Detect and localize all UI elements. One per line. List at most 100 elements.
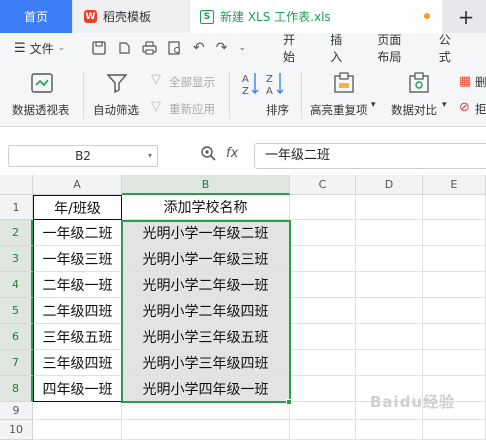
data-compare-button[interactable]: 数据对比	[391, 102, 437, 118]
cell-d7[interactable]	[356, 350, 423, 376]
cell-e4[interactable]	[423, 272, 486, 298]
cell-b7[interactable]: 光明小学三年级四班	[122, 350, 290, 376]
cell-a8[interactable]: 四年级一班	[33, 376, 122, 402]
cell-c3[interactable]	[290, 246, 356, 272]
formula-input[interactable]: 一年级二班	[254, 143, 486, 169]
cell-a3[interactable]: 一年级三班	[33, 246, 122, 272]
tab-insert[interactable]: 插入	[330, 31, 344, 65]
cell-d2[interactable]	[356, 220, 423, 246]
tab-formula[interactable]: 公式	[439, 31, 453, 65]
tab-file[interactable]: S 新建 XLS 工作表.xls	[190, 0, 442, 33]
sort-button[interactable]: 排序	[266, 102, 289, 118]
row-header-5[interactable]: 5	[0, 298, 33, 324]
cell-a7[interactable]: 三年级四班	[33, 350, 122, 376]
row-header-6[interactable]: 6	[0, 324, 33, 350]
pivot-table-icon[interactable]	[30, 72, 54, 94]
print-preview-icon[interactable]	[168, 41, 182, 55]
cell-b8[interactable]: 光明小学四年级一班	[122, 376, 290, 402]
cell-c5[interactable]	[290, 298, 356, 324]
column-header-d[interactable]: D	[356, 175, 423, 195]
cell-d6[interactable]	[356, 324, 423, 350]
cell-e3[interactable]	[423, 246, 486, 272]
data-compare-icon[interactable]	[407, 71, 431, 95]
new-tab-button[interactable]: +	[446, 0, 486, 33]
row-header-9[interactable]: 9	[0, 402, 33, 420]
remove-duplicates-button[interactable]: 删	[475, 74, 486, 90]
cell-c1[interactable]	[290, 195, 356, 220]
cell-a10[interactable]	[33, 420, 122, 440]
cell-d3[interactable]	[356, 246, 423, 272]
save-icon[interactable]	[92, 41, 106, 55]
row-header-3[interactable]: 3	[0, 246, 33, 272]
column-header-b[interactable]: B	[122, 175, 290, 195]
cell-b5[interactable]: 光明小学二年级四班	[122, 298, 290, 324]
row-header-10[interactable]: 10	[0, 420, 33, 440]
highlight-duplicates-icon[interactable]	[332, 71, 356, 95]
highlight-duplicates-button[interactable]: 高亮重复项	[310, 102, 368, 118]
cell-c6[interactable]	[290, 324, 356, 350]
pivot-table-button[interactable]: 数据透视表	[12, 102, 70, 118]
cell-e1[interactable]	[423, 195, 486, 220]
data-compare-dropdown-icon[interactable]: ▾	[442, 100, 447, 110]
auto-filter-button[interactable]: 自动筛选	[93, 102, 139, 118]
cell-a5[interactable]: 二年级四班	[33, 298, 122, 324]
cell-b1[interactable]: 添加学校名称	[122, 195, 290, 220]
highlight-dropdown-icon[interactable]: ▾	[371, 100, 376, 110]
cell-b9[interactable]	[122, 402, 290, 420]
row-header-1[interactable]: 1	[0, 195, 33, 220]
name-box[interactable]: B2 ▾	[8, 145, 158, 167]
export-pdf-icon[interactable]	[117, 41, 131, 55]
redo-icon[interactable]: ↷	[216, 40, 228, 56]
cell-e2[interactable]	[423, 220, 486, 246]
row-header-8[interactable]: 8	[0, 376, 33, 402]
fx-icon[interactable]: fx	[226, 146, 238, 161]
tab-home[interactable]: 首页	[0, 0, 72, 33]
cell-d4[interactable]	[356, 272, 423, 298]
fill-handle[interactable]	[286, 399, 292, 405]
cell-c7[interactable]	[290, 350, 356, 376]
file-menu[interactable]: ☰ 文件 ⌄	[0, 40, 88, 57]
tab-template[interactable]: W 稻壳模板	[74, 0, 188, 33]
cell-b6[interactable]: 光明小学三年级五班	[122, 324, 290, 350]
cell-b10[interactable]	[122, 420, 290, 440]
filter-icon[interactable]	[106, 72, 128, 94]
cell-d10[interactable]	[356, 420, 423, 440]
cell-b2[interactable]: 光明小学一年级二班	[122, 220, 290, 246]
reject-duplicates-button[interactable]: 拒	[475, 101, 486, 117]
cell-a6[interactable]: 三年级五班	[33, 324, 122, 350]
cell-c8[interactable]	[290, 376, 356, 402]
cell-c2[interactable]	[290, 220, 356, 246]
cell-e7[interactable]	[423, 350, 486, 376]
row-header-2[interactable]: 2	[0, 220, 33, 246]
cell-b4[interactable]: 光明小学二年级一班	[122, 272, 290, 298]
row-header-4[interactable]: 4	[0, 272, 33, 298]
column-header-e[interactable]: E	[423, 175, 486, 195]
cell-c9[interactable]	[290, 402, 356, 420]
cell-e5[interactable]	[423, 298, 486, 324]
tab-page-layout[interactable]: 页面布局	[377, 31, 405, 65]
cell-d5[interactable]	[356, 298, 423, 324]
cell-e6[interactable]	[423, 324, 486, 350]
row-header-7[interactable]: 7	[0, 350, 33, 376]
reapply-button[interactable]: 重新应用	[169, 101, 215, 117]
undo-icon[interactable]: ↶	[193, 40, 205, 56]
cell-a1[interactable]: 年/班级	[33, 195, 122, 220]
print-icon[interactable]	[142, 41, 157, 55]
chevron-down-icon[interactable]: ▾	[148, 146, 152, 166]
cell-e10[interactable]	[423, 420, 486, 440]
column-header-a[interactable]: A	[33, 175, 122, 195]
zoom-icon[interactable]	[200, 145, 216, 161]
cell-a2[interactable]: 一年级二班	[33, 220, 122, 246]
sort-icon[interactable]: A Z Z A	[240, 70, 290, 98]
cell-a4[interactable]: 二年级一班	[33, 272, 122, 298]
show-all-button[interactable]: 全部显示	[169, 74, 215, 90]
customize-dropdown-icon[interactable]: ⌄	[238, 43, 246, 53]
cell-d1[interactable]	[356, 195, 423, 220]
cell-c4[interactable]	[290, 272, 356, 298]
column-header-c[interactable]: C	[290, 175, 356, 195]
select-all-corner[interactable]	[0, 175, 33, 195]
cell-b3[interactable]: 光明小学一年级三班	[122, 246, 290, 272]
cell-a9[interactable]	[33, 402, 122, 420]
cell-c10[interactable]	[290, 420, 356, 440]
tab-start[interactable]: 开始	[283, 31, 297, 65]
